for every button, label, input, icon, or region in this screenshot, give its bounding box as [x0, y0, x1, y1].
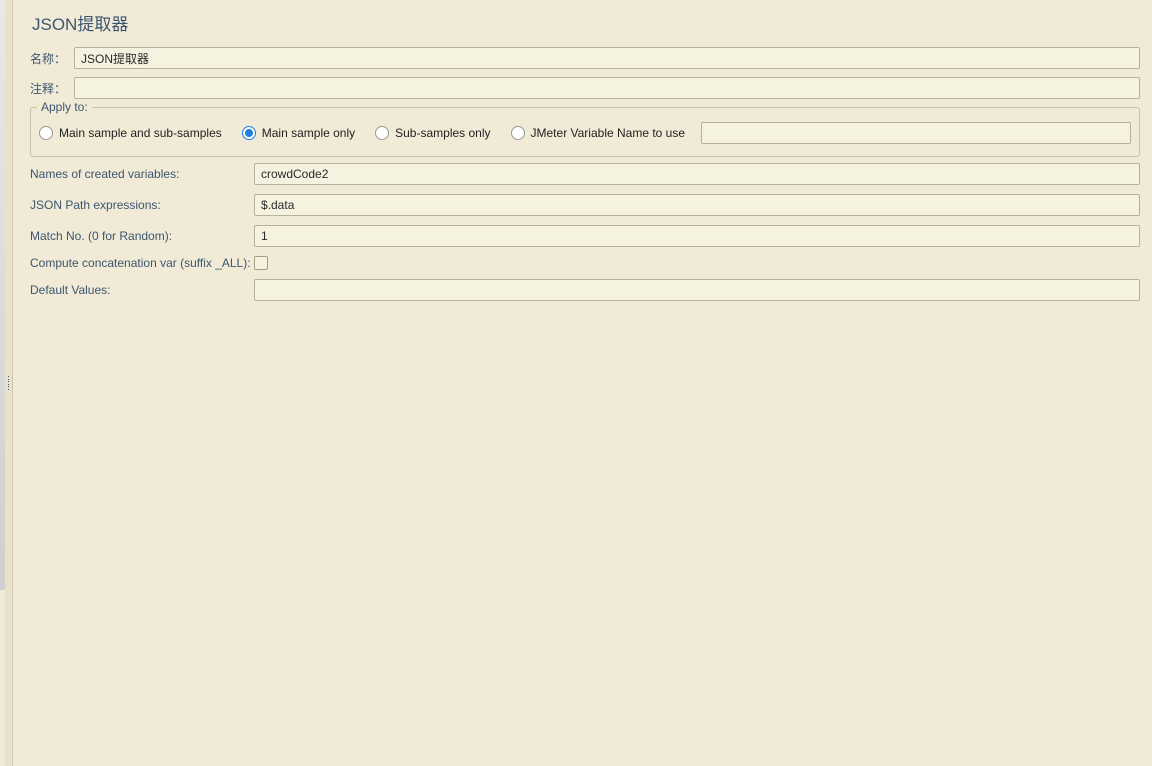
splitter-handle[interactable] [5, 0, 13, 766]
drag-handle-icon [7, 376, 11, 390]
radio-jmeter-var[interactable]: JMeter Variable Name to use [511, 126, 686, 140]
row-default-values: Default Values: [30, 279, 1140, 301]
radio-icon [242, 126, 256, 140]
name-label: 名称： [30, 50, 74, 67]
checkbox-compute-all[interactable] [254, 256, 268, 270]
comment-input[interactable] [74, 77, 1140, 99]
label-names-of-vars: Names of created variables: [30, 167, 254, 181]
input-match-no[interactable] [254, 225, 1140, 247]
row-match-no: Match No. (0 for Random): [30, 225, 1140, 247]
extractor-fields: Names of created variables: JSON Path ex… [30, 163, 1140, 301]
radio-label: Main sample and sub-samples [59, 126, 222, 140]
radio-icon [375, 126, 389, 140]
row-json-path: JSON Path expressions: [30, 194, 1140, 216]
radio-icon [511, 126, 525, 140]
name-row: 名称： [30, 47, 1140, 69]
json-extractor-panel: JSON提取器 名称： 注释： Apply to: Main sample an… [18, 0, 1152, 766]
radio-main-only[interactable]: Main sample only [242, 126, 355, 140]
apply-to-fieldset: Apply to: Main sample and sub-samples Ma… [30, 107, 1140, 157]
comment-row: 注释： [30, 77, 1140, 99]
radio-main-and-sub[interactable]: Main sample and sub-samples [39, 126, 222, 140]
radio-label: JMeter Variable Name to use [531, 126, 686, 140]
label-compute-all: Compute concatenation var (suffix _ALL): [30, 256, 254, 270]
label-json-path: JSON Path expressions: [30, 198, 254, 212]
input-default-values[interactable] [254, 279, 1140, 301]
jmeter-var-name-input[interactable] [701, 122, 1131, 144]
name-input[interactable] [74, 47, 1140, 69]
comment-label: 注释： [30, 80, 74, 97]
label-match-no: Match No. (0 for Random): [30, 229, 254, 243]
radio-label: Main sample only [262, 126, 355, 140]
radio-label: Sub-samples only [395, 126, 490, 140]
radio-icon [39, 126, 53, 140]
input-json-path[interactable] [254, 194, 1140, 216]
row-names-of-vars: Names of created variables: [30, 163, 1140, 185]
row-compute-all: Compute concatenation var (suffix _ALL): [30, 256, 1140, 270]
apply-to-legend: Apply to: [37, 100, 92, 114]
input-names-of-vars[interactable] [254, 163, 1140, 185]
label-default-values: Default Values: [30, 283, 254, 297]
apply-to-options: Main sample and sub-samples Main sample … [39, 118, 1131, 148]
panel-title: JSON提取器 [30, 6, 1140, 35]
radio-sub-only[interactable]: Sub-samples only [375, 126, 490, 140]
